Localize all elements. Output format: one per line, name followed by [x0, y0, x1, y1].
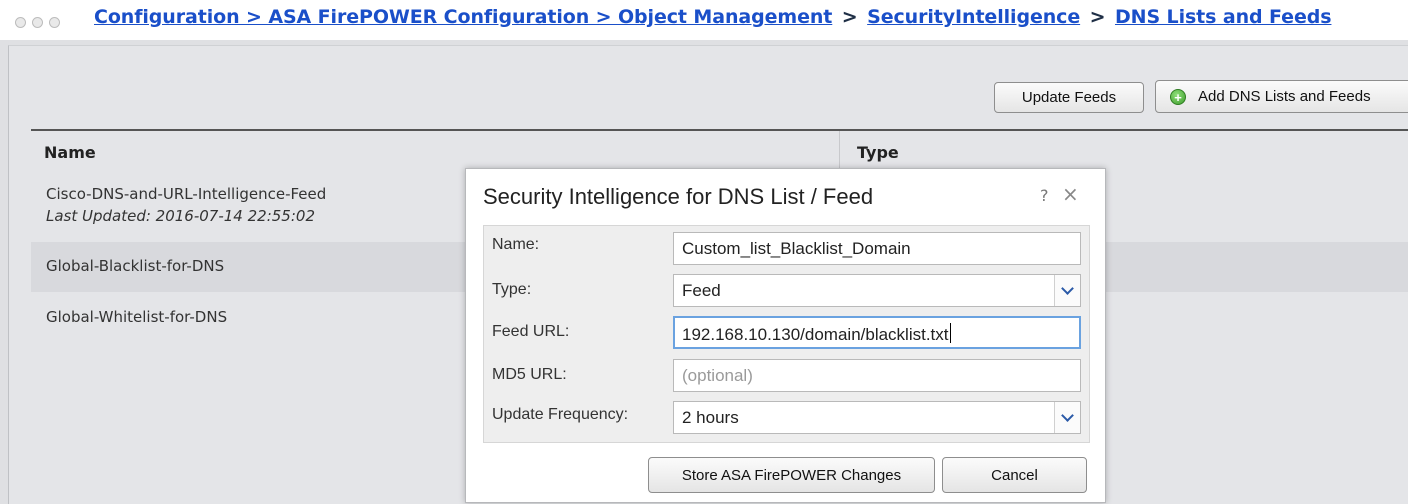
text-cursor: [949, 323, 951, 343]
feed-url-input[interactable]: 192.168.10.130/domain/blacklist.txt: [673, 316, 1081, 349]
dns-feed-dialog: Security Intelligence for DNS List / Fee…: [465, 168, 1106, 503]
column-header-type[interactable]: Type: [857, 143, 899, 162]
feed-form: Name: Custom_list_Blacklist_Domain Type:…: [483, 225, 1090, 443]
feed-url-label: Feed URL:: [492, 323, 570, 340]
update-feeds-label: Update Feeds: [1021, 89, 1117, 106]
chevron-down-icon[interactable]: [1054, 275, 1080, 306]
add-dns-lists-label: Add DNS Lists and Feeds: [1198, 88, 1371, 105]
breadcrumb-separator: >: [1089, 6, 1106, 28]
column-header-name[interactable]: Name: [44, 143, 96, 162]
add-dns-lists-button[interactable]: + Add DNS Lists and Feeds: [1155, 80, 1408, 113]
feed-url-input-value: 192.168.10.130/domain/blacklist.txt: [682, 325, 949, 344]
breadcrumb-object-management-link[interactable]: Configuration > ASA FirePOWER Configurat…: [94, 6, 832, 28]
row-name: Global-Blacklist-for-DNS: [46, 257, 225, 275]
window-controls: [15, 13, 66, 32]
cancel-button[interactable]: Cancel: [942, 457, 1087, 493]
md5-url-label: MD5 URL:: [492, 366, 567, 383]
type-select[interactable]: Feed: [673, 274, 1081, 307]
type-label: Type:: [492, 281, 532, 298]
chevron-down-icon[interactable]: [1054, 402, 1080, 433]
breadcrumb-trail: Configuration > ASA FirePOWER Configurat…: [94, 6, 1332, 28]
row-name: Global-Whitelist-for-DNS: [46, 308, 228, 326]
update-frequency-value: 2 hours: [682, 408, 739, 427]
update-frequency-label: Update Frequency:: [492, 406, 629, 423]
row-name: Cisco-DNS-and-URL-Intelligence-Feed: [46, 185, 327, 203]
breadcrumb: Configuration > ASA FirePOWER Configurat…: [0, 0, 1408, 40]
update-feeds-button[interactable]: Update Feeds: [994, 82, 1144, 113]
name-input-value: Custom_list_Blacklist_Domain: [682, 239, 911, 258]
md5-url-placeholder: (optional): [682, 366, 753, 385]
row-last-updated: Last Updated: 2016-07-14 22:55:02: [46, 207, 315, 225]
add-plus-icon: +: [1170, 88, 1186, 105]
window-zoom-dot[interactable]: [49, 17, 60, 28]
cancel-label: Cancel: [991, 466, 1038, 484]
close-icon[interactable]: ×: [1062, 182, 1079, 206]
column-divider: [839, 131, 840, 173]
store-changes-button[interactable]: Store ASA FirePOWER Changes: [648, 457, 935, 493]
store-changes-label: Store ASA FirePOWER Changes: [681, 466, 902, 484]
breadcrumb-separator: >: [841, 6, 858, 28]
window-close-dot[interactable]: [15, 17, 26, 28]
help-icon[interactable]: ?: [1040, 186, 1049, 205]
window-minimize-dot[interactable]: [32, 17, 43, 28]
name-input[interactable]: Custom_list_Blacklist_Domain: [673, 232, 1081, 265]
md5-url-input[interactable]: (optional): [673, 359, 1081, 392]
name-label: Name:: [492, 236, 540, 253]
breadcrumb-security-intelligence-link[interactable]: SecurityIntelligence: [867, 6, 1080, 28]
breadcrumb-dns-lists-link[interactable]: DNS Lists and Feeds: [1115, 6, 1332, 28]
type-select-value: Feed: [682, 281, 721, 300]
dialog-title: Security Intelligence for DNS List / Fee…: [483, 184, 874, 209]
update-frequency-select[interactable]: 2 hours: [673, 401, 1081, 434]
